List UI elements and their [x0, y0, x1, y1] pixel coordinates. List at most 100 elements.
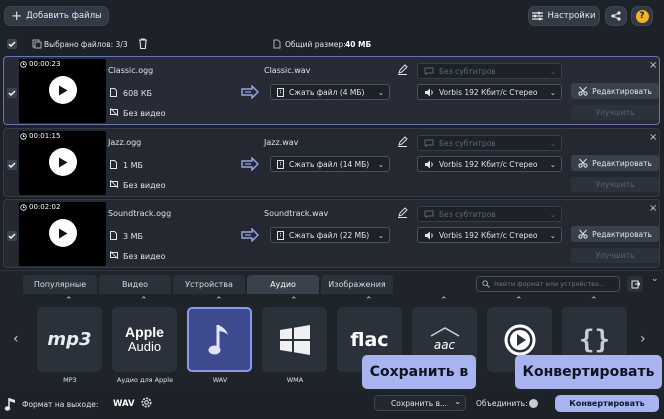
remove-file-close-icon[interactable]: × [649, 132, 657, 143]
improve-button[interactable]: Улучшить [571, 177, 659, 192]
export-settings-button[interactable] [627, 276, 643, 292]
compress-text: Сжать файл (22 МБ) [289, 230, 370, 240]
windows-logo-icon [279, 324, 310, 355]
chevron-down-icon: ⌄ [549, 67, 556, 76]
tab-images[interactable]: Изображения [321, 275, 393, 294]
source-file-name: Soundtrack.ogg [108, 209, 172, 218]
edit-button[interactable]: Редактировать [571, 83, 659, 99]
source-file-size: 608 КБ [123, 89, 152, 98]
total-size-value: 40 МБ [345, 40, 372, 49]
edit-button[interactable]: Редактировать [571, 226, 659, 242]
duration-text: 00:01:15 [29, 132, 61, 140]
video-thumbnail[interactable]: 00:02:02 [19, 202, 106, 266]
rename-pencil-icon[interactable] [397, 136, 408, 147]
save-to-dropdown[interactable]: Сохранить в... ⌄ [374, 395, 466, 411]
scroll-left-icon[interactable]: ‹ [13, 331, 19, 347]
compress-dropdown[interactable]: Сжать файл (22 МБ) ⌄ [270, 227, 390, 243]
file-size-icon [273, 39, 281, 49]
format-preset-caret-icon[interactable]: ⌃ [140, 296, 148, 306]
file-checkbox[interactable] [7, 231, 17, 241]
format-card-label: MP3 [63, 376, 77, 384]
format-preset-caret-icon[interactable]: ⌃ [215, 296, 223, 306]
scissors-icon [578, 86, 588, 96]
source-file-name: Jazz.ogg [108, 138, 142, 147]
audio-track-dropdown[interactable]: Vorbis 192 Кбит/с Стерео ⌄ [417, 227, 562, 243]
rename-pencil-icon[interactable] [397, 207, 408, 218]
search-icon [482, 280, 490, 288]
play-button[interactable] [49, 148, 77, 176]
improve-button[interactable]: Улучшить [571, 248, 659, 263]
format-card[interactable]: Apple Audio [112, 307, 177, 372]
file-row[interactable]: 00:02:02 Soundtrack.ogg 3 МБ Без видео S… [3, 199, 660, 268]
share-button[interactable] [605, 6, 627, 26]
merge-toggle[interactable] [529, 399, 538, 408]
add-files-button[interactable]: + Добавить файлы [4, 6, 109, 26]
audio-track-dropdown[interactable]: Vorbis 192 Кбит/с Стерео ⌄ [417, 156, 562, 172]
remove-file-close-icon[interactable]: × [649, 203, 657, 214]
source-file-size: 1 МБ [123, 161, 144, 170]
tab-video[interactable]: Видео [99, 275, 171, 294]
format-card[interactable]: mp3 [37, 307, 102, 372]
help-button[interactable]: ? [631, 6, 653, 26]
format-preset-caret-icon[interactable]: ⌃ [365, 296, 373, 306]
play-button[interactable] [49, 219, 77, 247]
play-icon [59, 157, 68, 167]
play-circle-icon [504, 324, 535, 355]
subtitles-dropdown[interactable]: Без субтитров ⌄ [417, 135, 562, 151]
tab-popular-label: Популярные [33, 280, 87, 289]
format-preset-caret-icon[interactable]: ⌃ [290, 296, 298, 306]
remove-file-close-icon[interactable]: × [649, 60, 657, 71]
output-format-value: WAV [113, 399, 135, 409]
tab-popular[interactable]: Популярные [23, 275, 97, 294]
audio-track-text: Vorbis 192 Кбит/с Стерео [439, 230, 538, 240]
convert-tooltip: Конвертировать [515, 355, 662, 389]
selected-count: Выбрано файлов: 3/3 [44, 40, 128, 49]
format-card[interactable] [187, 307, 252, 372]
settings-label: Настройки [547, 11, 596, 21]
format-preset-caret-icon[interactable]: ⌃ [440, 296, 448, 306]
format-preset-caret-icon[interactable]: ⌃ [515, 296, 523, 306]
video-thumbnail[interactable]: 00:01:15 [19, 131, 106, 195]
format-search-input[interactable] [494, 280, 609, 288]
collapse-panel-icon[interactable]: ⌄ [651, 274, 659, 284]
convert-button[interactable]: Конвертировать [555, 395, 659, 412]
subtitles-dropdown[interactable]: Без субтитров ⌄ [417, 206, 562, 222]
add-files-label: Добавить файлы [26, 11, 102, 21]
format-preset-caret-icon[interactable]: ⌃ [590, 296, 598, 306]
rename-pencil-icon[interactable] [397, 64, 408, 75]
play-button[interactable] [49, 76, 77, 104]
subtitles-dropdown[interactable]: Без субтитров ⌄ [417, 63, 562, 79]
save-to-tooltip: Сохранить в [362, 355, 476, 389]
output-format-icon [4, 398, 15, 411]
format-card-label: Аудио для Apple [116, 376, 174, 384]
output-file-name: Jazz.wav [264, 138, 299, 147]
file-icon [110, 231, 117, 240]
format-search[interactable] [476, 276, 620, 292]
output-settings-gear-icon[interactable] [140, 396, 153, 409]
file-checkbox[interactable] [7, 88, 17, 98]
save-tooltip-text: Сохранить в [369, 364, 469, 380]
compress-dropdown[interactable]: Сжать файл (14 МБ) ⌄ [270, 156, 390, 172]
file-row[interactable]: 00:01:15 Jazz.ogg 1 МБ Без видео Jazz.wa… [3, 128, 660, 197]
chevron-down-icon: ⌄ [549, 210, 556, 219]
edit-button[interactable]: Редактировать [571, 155, 659, 171]
compress-dropdown[interactable]: Сжать файл (4 МБ) ⌄ [270, 84, 390, 100]
audio-track-dropdown[interactable]: Vorbis 192 Кбит/с Стерео ⌄ [417, 84, 562, 100]
subtitles-icon [424, 139, 434, 147]
settings-button[interactable]: Настройки [528, 6, 600, 26]
chevron-down-icon: ⌄ [549, 88, 556, 97]
video-status: Без видео [123, 181, 166, 190]
trash-icon[interactable] [138, 38, 148, 49]
video-thumbnail[interactable]: 00:00:23 [19, 59, 106, 123]
format-preset-caret-icon[interactable]: ⌃ [65, 296, 73, 306]
improve-button[interactable]: Улучшить [571, 105, 659, 120]
tab-audio[interactable]: Аудио [247, 275, 319, 294]
file-row[interactable]: 00:00:23 Classic.ogg 608 КБ Без видео Cl… [3, 56, 660, 125]
select-all-checkbox[interactable] [7, 39, 17, 49]
format-card[interactable] [262, 307, 327, 372]
file-checkbox[interactable] [7, 160, 17, 170]
scroll-right-icon[interactable]: › [640, 331, 646, 347]
plus-icon: + [11, 8, 23, 24]
tab-devices[interactable]: Устройства [173, 275, 245, 294]
improve-label: Улучшить [595, 251, 635, 260]
